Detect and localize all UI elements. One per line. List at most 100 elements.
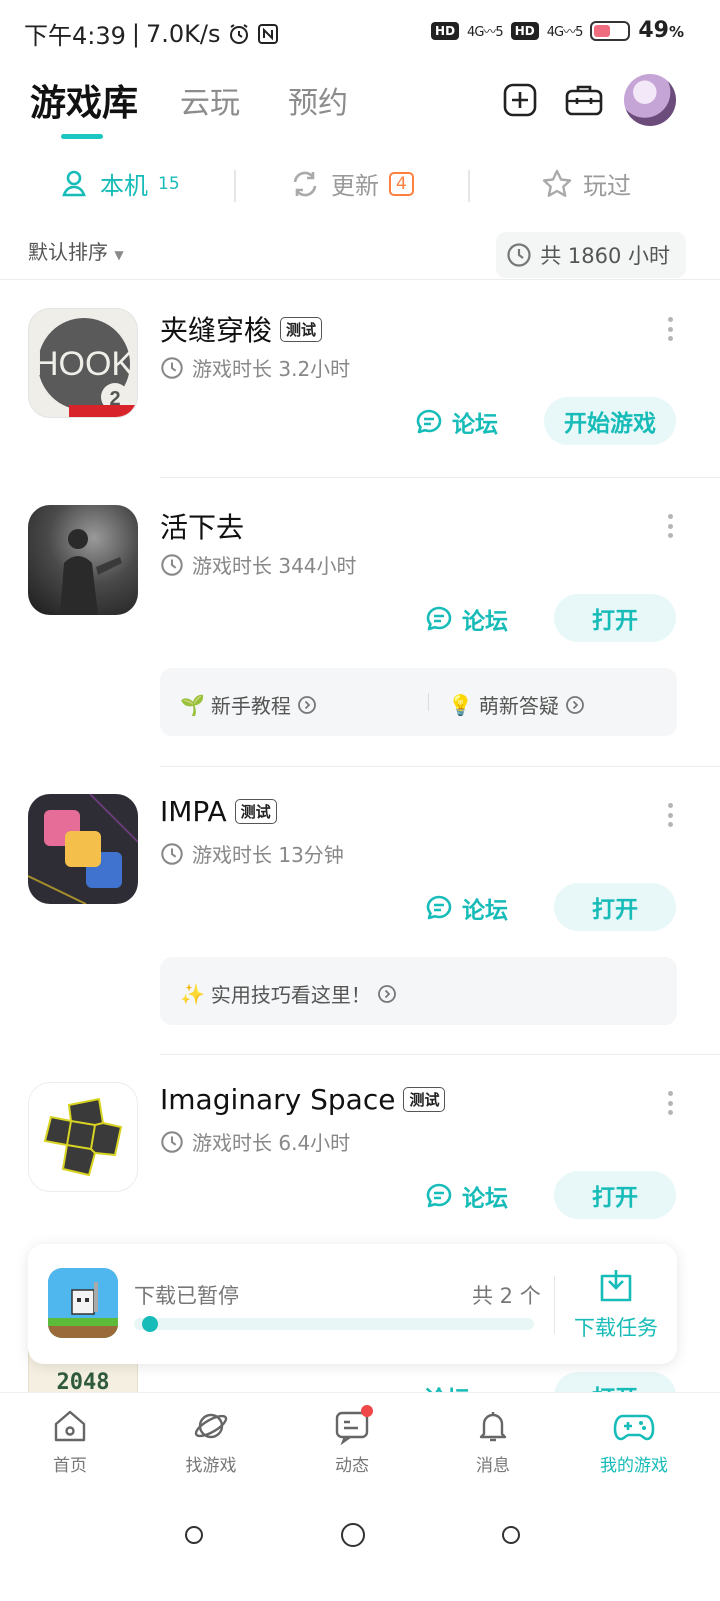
open-button[interactable]: 打开 [554,594,676,642]
tip-label: 萌新答疑 [478,694,559,718]
game-playtime: 游戏时长 6.4小时 [160,1127,350,1156]
open-button[interactable]: 打开 [554,1171,676,1219]
download-bar[interactable]: 下载已暂停 共 2 个 下载任务 [28,1244,677,1364]
tips-box: 🌱 新手教程 💡 萌新答疑 [160,668,677,736]
tab-indicator [61,134,103,139]
feed-icon-wrap [333,1405,373,1446]
notification-dot [361,1405,373,1417]
more-icon[interactable] [666,803,674,827]
header: 游戏库 云玩 预约 [0,64,720,154]
chevron-right-circle-icon [566,695,584,714]
subtab-update[interactable]: 更新 4 [289,166,414,201]
game-title[interactable]: 活下去 [160,506,244,546]
nav-label: 动态 [335,1456,369,1476]
chevron-right-circle-icon [298,695,316,714]
hd-badge: HD [431,21,460,40]
add-icon[interactable] [502,82,538,118]
sparkle-icon: ✨ [180,981,205,1006]
game-title[interactable]: Imaginary Space [160,1083,395,1116]
tips-box: ✨ 实用技巧看这里！ [160,957,677,1025]
nav-feed[interactable]: 动态 [292,1405,412,1476]
forum-label: 论坛 [462,1186,508,1212]
tab-game-library[interactable]: 游戏库 [30,74,138,126]
game-icon-survive[interactable] [28,505,138,615]
clock-icon [161,1130,183,1153]
subtab-played-label: 玩过 [583,172,631,200]
subtab-update-label: 更新 [331,172,379,200]
game-title[interactable]: IMPA [160,795,227,828]
download-tasks-label: 下载任务 [574,1316,658,1340]
forum-label: 论坛 [462,609,508,635]
game-icon-imaginary-space[interactable] [28,1082,138,1192]
status-separator: | [131,19,140,48]
open-button[interactable]: 打开 [554,883,676,931]
download-game-icon [48,1268,118,1338]
hd-badge-2: HD [510,21,539,40]
game-time-text: 游戏时长 6.4小时 [192,1131,351,1155]
status-right: HD 4G〰5 HD 4G〰5 49% [431,18,684,43]
avatar[interactable] [624,74,676,126]
nav-home[interactable]: 首页 [10,1407,130,1476]
signal-label-1: 4G [467,25,484,40]
more-icon[interactable] [666,1091,674,1115]
tip-useful-tips[interactable]: ✨ 实用技巧看这里！ [180,979,397,1008]
download-icon [600,1270,632,1302]
game-icon-hook[interactable]: HOOK 2 [28,308,138,418]
nav-find-games[interactable]: 找游戏 [151,1407,271,1476]
forum-button[interactable]: 论坛 [424,891,508,925]
forum-icon [426,895,452,920]
subtab-local-count: 15 [158,173,180,194]
forum-icon [426,606,452,631]
game-playtime: 游戏时长 3.2小时 [160,353,350,382]
bell-icon [479,1412,507,1442]
status-bar: 下午4:39 | 7.0K/s HD 4G〰5 HD 4G〰5 49% [0,0,720,64]
subtabs: 本机 15 更新 4 玩过 [0,154,720,216]
tip-beginner-tutorial[interactable]: 🌱 新手教程 [180,690,317,719]
tip-divider [428,693,429,711]
forum-button[interactable]: 论坛 [424,1380,470,1392]
more-icon[interactable] [666,317,674,341]
forum-button[interactable]: 论坛 [414,405,498,439]
signal-label-2: 4G [546,25,564,40]
nav-label: 找游戏 [185,1456,237,1476]
refresh-icon [293,171,317,196]
tab-reservation[interactable]: 预约 [288,78,348,122]
nav-messages[interactable]: 消息 [433,1407,553,1476]
signal-icon-2: 4G〰5 [546,25,584,40]
total-playtime: 共 1860 小时 [496,232,686,278]
subtab-played[interactable]: 玩过 [541,166,631,201]
game-icon-impa[interactable] [28,794,138,904]
game-card: 活下去 游戏时长 344小时 论坛 打开 🌱 新手教程 💡 萌新答疑 [0,478,720,766]
chevron-right-circle-icon [378,984,396,1003]
tab-cloud-play[interactable]: 云玩 [180,78,240,122]
download-tasks-button[interactable]: 下载任务 [566,1266,666,1342]
forum-label: 论坛 [462,898,508,924]
game-playtime: 游戏时长 13分钟 [160,839,344,868]
test-tag: 测试 [234,799,277,824]
subtab-local[interactable]: 本机 15 [58,166,180,201]
start-game-button[interactable]: 开始游戏 [544,397,676,445]
forum-button[interactable]: 论坛 [424,1179,508,1213]
tip-newbie-qa[interactable]: 💡 萌新答疑 [448,690,585,719]
nfc-icon [257,23,278,44]
forum-icon [416,409,442,434]
sort-dropdown[interactable]: 默认排序 ▼ [28,236,124,265]
nav-my-games[interactable]: 我的游戏 [574,1407,694,1476]
game-title-row: Imaginary Space 测试 [160,1083,446,1116]
open-button[interactable]: 打开 [554,1372,676,1392]
recents-button[interactable] [185,1526,203,1544]
forum-label: 论坛 [424,1380,470,1392]
game-title[interactable]: 夹缝穿梭 [160,309,272,349]
network-speed: 7.0K/s [146,19,221,48]
more-icon[interactable] [666,514,674,538]
clock-icon [161,842,183,865]
total-hours-text: 共 1860 小时 [540,244,670,268]
clock-icon [507,243,531,267]
forum-button[interactable]: 论坛 [424,602,508,636]
forum-icon [426,1183,452,1208]
home-button[interactable] [341,1523,365,1547]
back-button[interactable] [502,1526,520,1544]
planet-icon [194,1413,228,1439]
game-card: IMPA 测试 游戏时长 13分钟 论坛 打开 ✨ 实用技巧看这里！ [0,767,720,1055]
toolbox-icon[interactable] [564,82,604,118]
